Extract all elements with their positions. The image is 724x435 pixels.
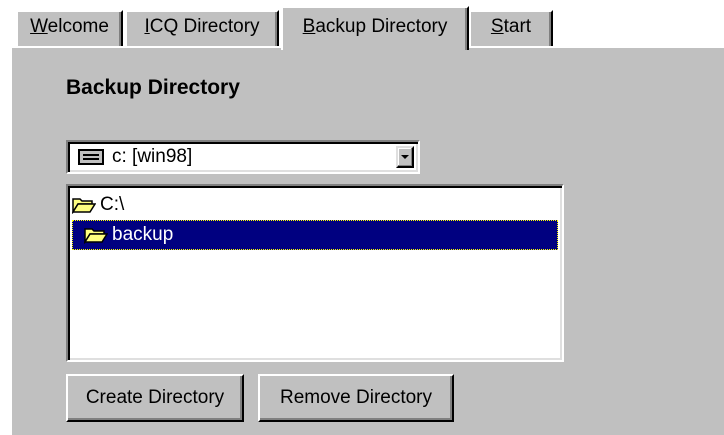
list-item-backup-label: backup bbox=[112, 224, 174, 245]
tab-welcome[interactable]: Welcome bbox=[16, 10, 123, 46]
open-folder-icon bbox=[84, 228, 108, 244]
tab-start[interactable]: Start bbox=[469, 10, 553, 46]
tab-welcome-label: Welcome bbox=[30, 16, 109, 37]
setup-window: Welcome ICQ Directory Backup Directory S… bbox=[0, 0, 724, 435]
folder-list[interactable]: C:\ backup bbox=[66, 184, 564, 362]
tab-start-label: Start bbox=[490, 16, 532, 37]
window-edge bbox=[0, 0, 10, 435]
dropdown-arrow-button[interactable] bbox=[396, 146, 414, 168]
drive-select[interactable]: c: [win98] bbox=[66, 140, 420, 174]
tab-backup-directory[interactable]: Backup Directory bbox=[281, 6, 469, 50]
tab-icq-directory[interactable]: ICQ Directory bbox=[125, 10, 279, 46]
tab-backup-directory-label: Backup Directory bbox=[302, 16, 448, 37]
drive-select-value: c: [win98] bbox=[112, 146, 193, 167]
drive-icon bbox=[78, 149, 104, 165]
tab-icq-directory-label: ICQ Directory bbox=[144, 16, 260, 37]
create-directory-button[interactable]: Create Directory bbox=[66, 374, 244, 422]
list-item-backup[interactable]: backup bbox=[72, 220, 558, 250]
list-item-root-label: C:\ bbox=[100, 194, 125, 215]
page-title: Backup Directory bbox=[66, 76, 240, 99]
list-item-root[interactable]: C:\ bbox=[72, 190, 552, 220]
open-folder-icon bbox=[72, 198, 96, 214]
remove-directory-button[interactable]: Remove Directory bbox=[258, 374, 454, 422]
